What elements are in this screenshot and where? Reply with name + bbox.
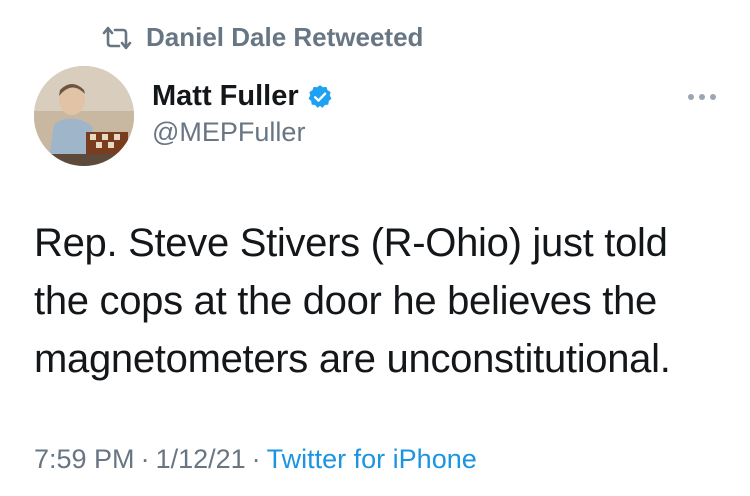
tweet-date[interactable]: 1/12/21 — [156, 444, 246, 475]
retweet-icon — [100, 26, 134, 50]
tweet-author[interactable]: Matt Fuller @MEPFuller — [152, 80, 333, 148]
more-options-icon[interactable] — [688, 94, 716, 100]
retweet-label[interactable]: Daniel Dale Retweeted — [146, 22, 423, 53]
display-name[interactable]: Matt Fuller — [152, 80, 299, 113]
tweet-source-link[interactable]: Twitter for iPhone — [267, 444, 477, 475]
user-handle[interactable]: @MEPFuller — [152, 117, 333, 148]
verified-badge-icon — [307, 84, 333, 110]
meta-separator: · — [140, 444, 150, 474]
meta-separator: · — [251, 444, 261, 474]
tweet-text-line: magnetometers are unconstitutional. — [34, 337, 671, 381]
tweet-text: Rep. Steve Stivers (R-Ohio) just told th… — [34, 214, 734, 388]
tweet-text-line: Rep. Steve Stivers (R-Ohio) just told — [34, 221, 668, 265]
retweet-context: Daniel Dale Retweeted — [100, 22, 423, 53]
tweet-meta: 7:59 PM · 1/12/21 · Twitter for iPhone — [34, 444, 477, 475]
tweet-text-line: the cops at the door he believes the — [34, 279, 657, 323]
tweet-time[interactable]: 7:59 PM — [34, 444, 135, 475]
avatar[interactable] — [34, 66, 134, 166]
